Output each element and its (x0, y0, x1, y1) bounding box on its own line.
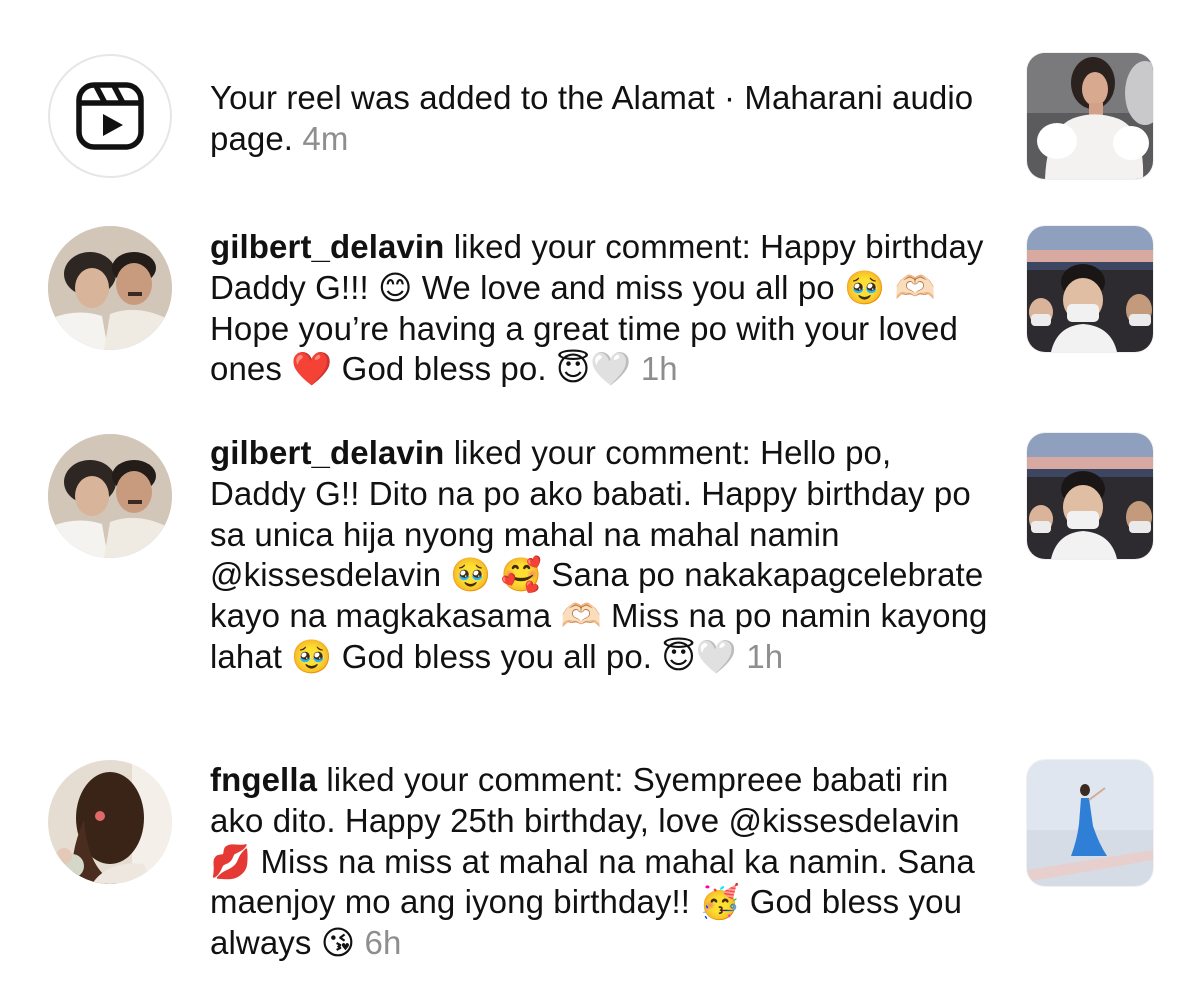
notification-message: liked your comment: Syempreee babati rin… (210, 761, 975, 962)
masked-people-sunset-image (1027, 226, 1153, 352)
couple-photo-avatar (48, 434, 172, 558)
woman-with-flowers-avatar (48, 760, 172, 884)
notification-text: gilbert_delavin liked your comment: Hell… (210, 433, 990, 678)
activity-feed: Your reel was added to the Alamat · Maha… (0, 0, 1200, 982)
runway-blue-gown-image (1027, 760, 1153, 886)
timestamp: 6h (364, 924, 402, 962)
user-avatar[interactable] (48, 434, 172, 558)
timestamp: 4m (302, 119, 349, 157)
reel-thumbnail[interactable] (1027, 53, 1153, 179)
notification-text: fngella liked your comment: Syempreee ba… (210, 760, 990, 964)
post-thumbnail[interactable] (1027, 433, 1153, 559)
post-thumbnail[interactable] (1027, 760, 1153, 886)
timestamp: 1h (640, 350, 678, 388)
woman-white-gown-image (1027, 53, 1153, 179)
notification-text: gilbert_delavin liked your comment: Happ… (210, 227, 990, 390)
username-link[interactable]: fngella (210, 761, 317, 798)
couple-photo-avatar (48, 226, 172, 350)
masked-people-sunset-image (1027, 433, 1153, 559)
notification-text: Your reel was added to the Alamat · Maha… (210, 78, 990, 160)
reels-icon-avatar[interactable] (48, 54, 172, 178)
timestamp: 1h (746, 637, 784, 675)
post-thumbnail[interactable] (1027, 226, 1153, 352)
username-link[interactable]: gilbert_delavin (210, 228, 444, 265)
user-avatar[interactable] (48, 760, 172, 884)
reels-icon (76, 82, 144, 150)
username-link[interactable]: gilbert_delavin (210, 434, 444, 471)
user-avatar[interactable] (48, 226, 172, 350)
